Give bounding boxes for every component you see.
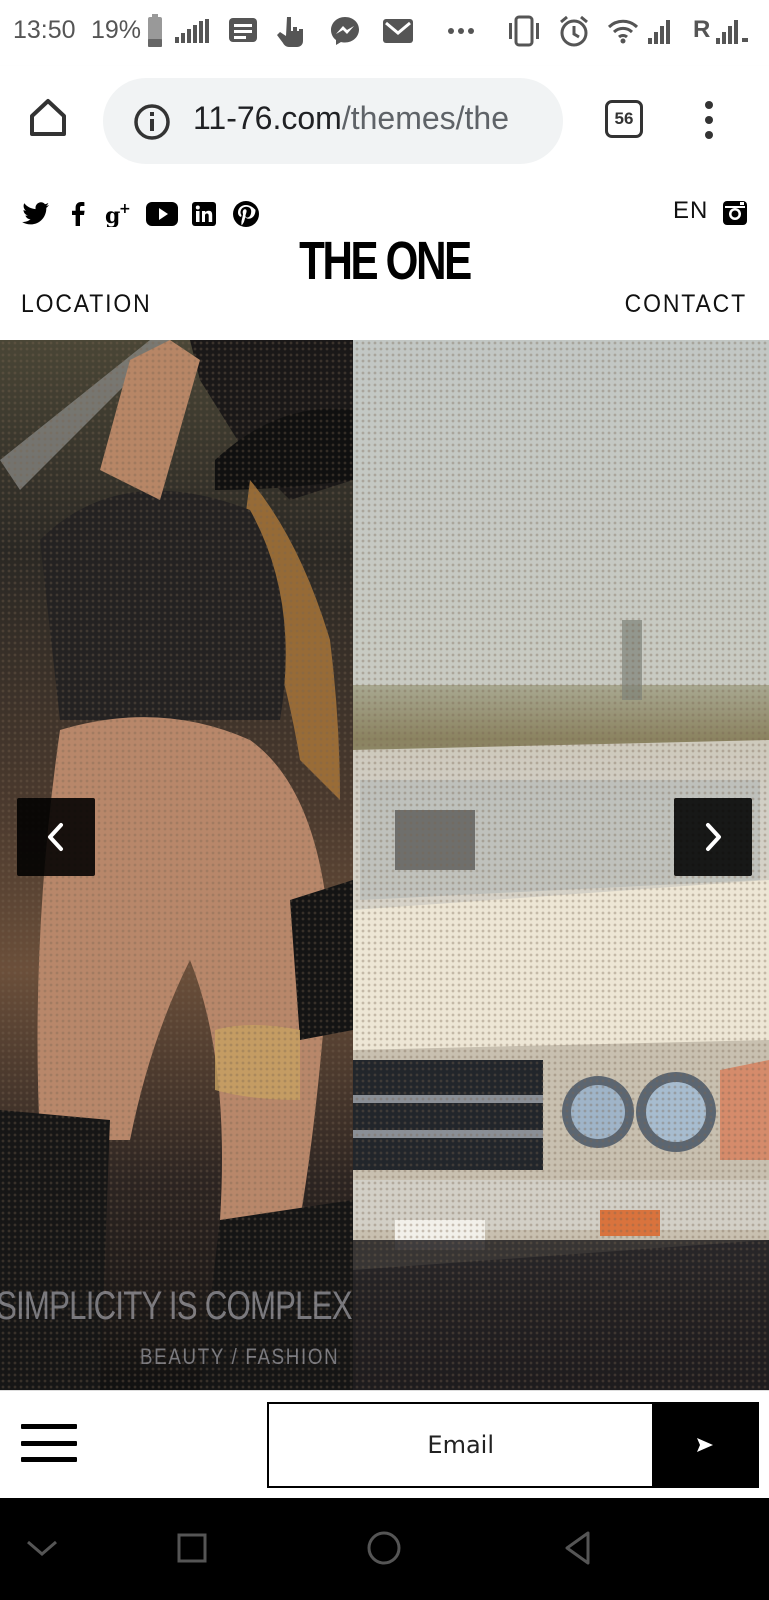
url-path: /themes/the <box>341 100 510 136</box>
linkedin-icon[interactable] <box>188 198 220 230</box>
facebook-icon[interactable] <box>62 198 94 230</box>
wifi-icon <box>607 14 639 48</box>
status-bar: 13:50 19% R <box>0 0 769 66</box>
touch-icon <box>277 14 305 48</box>
slider-prev-button[interactable] <box>17 798 95 876</box>
tab-switcher-button[interactable]: 56 <box>605 100 643 138</box>
site-header: g + EN THE ONE LOCATION CONTACT <box>0 180 769 340</box>
pinterest-icon[interactable] <box>230 198 262 230</box>
messenger-icon <box>329 14 361 48</box>
twitter-icon[interactable] <box>20 198 52 230</box>
send-button[interactable] <box>652 1404 757 1486</box>
slide-caption-subtitle: BEAUTY / FASHION <box>140 1344 340 1369</box>
nav-contact-link[interactable]: CONTACT <box>625 290 747 319</box>
instagram-icon[interactable] <box>722 200 748 226</box>
info-icon[interactable] <box>133 103 171 141</box>
svg-text:+: + <box>119 201 131 217</box>
alarm-icon <box>558 14 590 48</box>
system-navigation-bar <box>0 1498 769 1600</box>
roaming-label: R <box>693 16 711 43</box>
address-bar[interactable]: 11-76.com/themes/the <box>103 78 563 164</box>
more-notifications-icon <box>447 14 475 48</box>
signal-1-icon <box>648 14 678 48</box>
newsletter-form <box>267 1402 759 1488</box>
back-icon[interactable] <box>556 1526 600 1570</box>
hero-slider: SIMPLICITY IS COMPLEX BEAUTY / FASHION <box>0 340 769 1390</box>
slide-caption-title: SIMPLICITY IS COMPLEX <box>0 1284 353 1328</box>
message-icon <box>228 14 258 48</box>
vibrate-icon <box>506 14 542 48</box>
bottom-bar <box>0 1390 769 1498</box>
battery-icon <box>146 14 164 48</box>
data-usage-icon <box>175 14 211 48</box>
hamburger-menu-icon[interactable] <box>21 1424 77 1462</box>
hamburger-line <box>21 1457 77 1462</box>
browser-toolbar: 11-76.com/themes/the 56 <box>0 66 769 180</box>
site-logo[interactable]: THE ONE <box>85 230 685 292</box>
url-host: 11-76.com <box>193 100 342 136</box>
hamburger-line <box>21 1424 77 1429</box>
battery-percent: 19% <box>91 16 142 44</box>
status-time: 13:50 <box>13 16 76 44</box>
social-links: g + <box>20 198 272 230</box>
home-circle-icon[interactable] <box>362 1526 406 1570</box>
signal-2-icon <box>716 14 750 48</box>
google-plus-icon[interactable]: g + <box>104 198 136 230</box>
hamburger-line <box>21 1440 77 1446</box>
email-input[interactable] <box>269 1404 653 1486</box>
overflow-menu-icon[interactable] <box>699 100 719 140</box>
chevron-right-icon <box>706 823 721 851</box>
slider-next-button[interactable] <box>674 798 752 876</box>
chevron-left-icon <box>48 823 63 851</box>
language-selector[interactable]: EN <box>673 197 708 225</box>
tab-count: 56 <box>614 109 634 128</box>
youtube-icon[interactable] <box>146 198 178 230</box>
recents-icon[interactable] <box>170 1526 214 1570</box>
send-arrow-icon <box>696 1438 713 1452</box>
url-text[interactable]: 11-76.com/themes/the <box>193 100 509 137</box>
hero-illustration <box>0 340 769 1390</box>
gmail-icon <box>382 14 414 48</box>
chevron-down-icon[interactable] <box>20 1526 64 1570</box>
nav-location-link[interactable]: LOCATION <box>21 290 152 319</box>
home-icon[interactable] <box>26 96 76 146</box>
